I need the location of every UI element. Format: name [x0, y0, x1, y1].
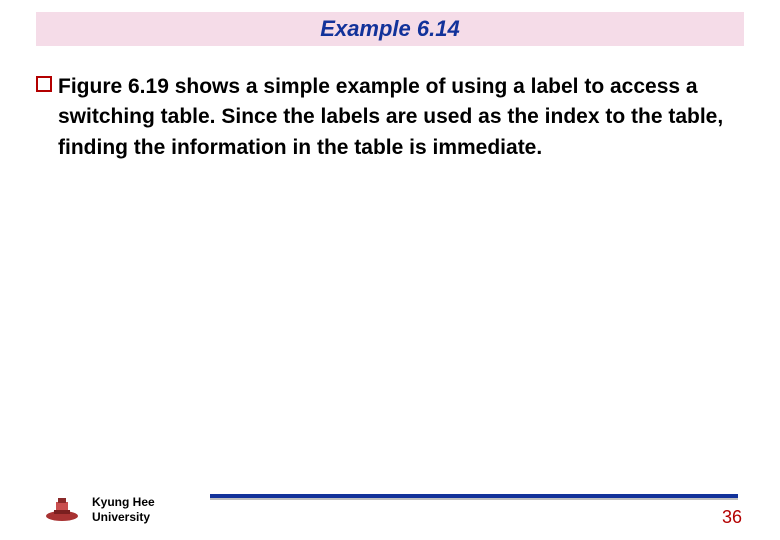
- slide-footer: Kyung Hee University 36: [36, 486, 744, 526]
- body-paragraph: Figure 6.19 shows a simple example of us…: [58, 72, 732, 163]
- title-bar: Example 6.14: [36, 12, 744, 46]
- slide-body: Figure 6.19 shows a simple example of us…: [36, 72, 732, 163]
- slide: Example 6.14 Figure 6.19 shows a simple …: [0, 0, 780, 540]
- slide-title: Example 6.14: [320, 16, 459, 42]
- square-bullet-icon: [36, 76, 52, 92]
- university-name: Kyung Hee University: [92, 495, 155, 524]
- footer-rule: [210, 494, 738, 498]
- university-name-line1: Kyung Hee: [92, 495, 155, 509]
- university-name-line2: University: [92, 510, 155, 524]
- page-number: 36: [722, 507, 742, 528]
- university-logo-icon: [44, 496, 80, 522]
- bullet-item: Figure 6.19 shows a simple example of us…: [36, 72, 732, 163]
